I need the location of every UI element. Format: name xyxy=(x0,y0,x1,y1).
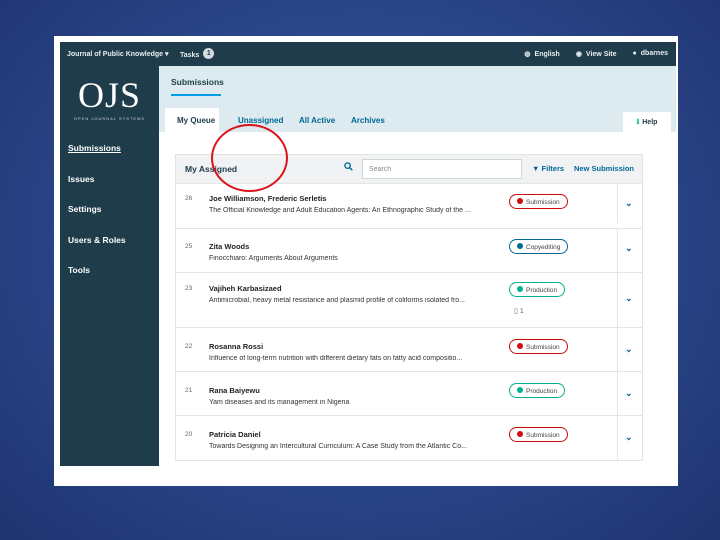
chevron-down-icon[interactable]: ⌄ xyxy=(625,198,633,209)
row-divider xyxy=(617,416,618,460)
page-title: Submissions xyxy=(171,77,224,87)
stage-status-icon xyxy=(517,431,523,437)
submission-id: 25 xyxy=(185,243,193,250)
sidebar: OJS OPEN JOURNAL SYSTEMS Submissions Iss… xyxy=(60,66,159,466)
tasks-button[interactable]: Tasks 1 xyxy=(180,48,215,61)
stage-status-icon xyxy=(517,343,523,349)
journal-switcher[interactable]: Journal of Public Knowledge ▾ xyxy=(67,50,169,58)
chevron-down-icon[interactable]: ⌄ xyxy=(625,293,633,304)
row-divider xyxy=(617,372,618,416)
top-bar: Journal of Public Knowledge ▾ Tasks 1 ◍ En… xyxy=(60,42,676,66)
submission-title[interactable]: Yam diseases and its management in Niger… xyxy=(209,399,497,406)
submission-title[interactable]: Antimicrobial, heavy metal resistance an… xyxy=(209,297,497,304)
submission-row[interactable]: 25 Zita Woods Finocchiaro: Arguments Abo… xyxy=(176,228,642,273)
submission-title[interactable]: Towards Designing an Intercultural Curri… xyxy=(209,443,497,450)
chevron-down-icon[interactable]: ⌄ xyxy=(625,344,633,355)
tab-all-active[interactable]: All Active xyxy=(299,116,335,125)
filter-icon: ▼ xyxy=(532,164,540,173)
stage-badge: Submission xyxy=(509,427,568,442)
submission-authors[interactable]: Zita Woods xyxy=(209,242,249,251)
sidebar-item-issues[interactable]: Issues xyxy=(68,174,126,205)
submission-authors[interactable]: Vajiheh Karbasizaed xyxy=(209,284,282,293)
submission-row[interactable]: 23 Vajiheh Karbasizaed Antimicrobial, he… xyxy=(176,272,642,328)
stage-badge: Production xyxy=(509,383,566,398)
submission-id: 22 xyxy=(185,343,193,350)
stage-status-icon xyxy=(517,387,523,393)
stage-status-icon xyxy=(517,198,523,204)
submission-authors[interactable]: Rana Baiyewu xyxy=(209,386,260,395)
submission-id: 20 xyxy=(185,431,193,438)
annotation-circle xyxy=(211,124,288,192)
user-icon: ● xyxy=(632,50,637,57)
browser-screenshot-frame: Journal of Public Knowledge ▾ Tasks 1 ◍ En… xyxy=(54,36,678,486)
tasks-count-badge: 1 xyxy=(203,48,215,59)
stage-status-icon xyxy=(517,286,523,292)
search-icon[interactable] xyxy=(344,162,353,173)
file-icon: ▯ xyxy=(514,308,518,315)
search-input[interactable] xyxy=(362,159,522,179)
submission-row[interactable]: 22 Rosanna Rossi Influence of long-term … xyxy=(176,327,642,372)
submissions-list-panel: My Assigned ▼ Filters New Submission 26 … xyxy=(175,154,643,461)
tab-my-queue[interactable]: My Queue xyxy=(165,108,219,132)
title-underline xyxy=(171,94,221,96)
row-divider xyxy=(617,229,618,273)
eye-icon: ◉ xyxy=(575,51,582,58)
submission-title[interactable]: Influence of long-term nutrition with di… xyxy=(209,355,497,362)
submission-id: 26 xyxy=(185,195,193,202)
globe-icon: ◍ xyxy=(524,51,531,58)
chevron-down-icon[interactable]: ⌄ xyxy=(625,388,633,399)
sidebar-item-users-roles[interactable]: Users & Roles xyxy=(68,235,126,266)
submission-title[interactable]: The Official Knowledge and Adult Educati… xyxy=(209,207,497,214)
ojs-logo[interactable]: OJS OPEN JOURNAL SYSTEMS xyxy=(60,76,159,121)
tab-archives[interactable]: Archives xyxy=(351,116,385,125)
submission-authors[interactable]: Patricia Daniel xyxy=(209,430,261,439)
sidebar-item-settings[interactable]: Settings xyxy=(68,204,126,235)
sidebar-item-submissions[interactable]: Submissions xyxy=(68,143,126,174)
row-divider xyxy=(617,273,618,328)
sidebar-item-tools[interactable]: Tools xyxy=(68,265,126,296)
help-button[interactable]: ℹ Help xyxy=(623,112,671,132)
stage-badge: Copyediting xyxy=(509,239,569,254)
stage-status-icon xyxy=(517,243,523,249)
chevron-down-icon[interactable]: ⌄ xyxy=(625,243,633,254)
user-menu[interactable]: ● dbarnes xyxy=(633,50,668,58)
page-header: Submissions My Queue Unassigned All Acti… xyxy=(159,66,676,132)
view-site-link[interactable]: ◉ View Site xyxy=(576,50,617,58)
submission-id: 23 xyxy=(185,285,193,292)
submission-authors[interactable]: Rosanna Rossi xyxy=(209,342,263,351)
submission-title[interactable]: Finocchiaro: Arguments About Arguments xyxy=(209,255,497,262)
files-count: ▯ 1 xyxy=(514,308,524,315)
language-menu[interactable]: ◍ English xyxy=(524,50,559,58)
stage-badge: Submission xyxy=(509,194,568,209)
caret-down-icon: ▾ xyxy=(165,51,169,58)
row-divider xyxy=(617,184,618,223)
filters-button[interactable]: ▼ Filters xyxy=(532,164,564,173)
submission-authors[interactable]: Joe Williamson, Frederic Serletis xyxy=(209,194,326,203)
submission-row[interactable]: 20 Patricia Daniel Towards Designing an … xyxy=(176,415,642,460)
stage-badge: Production xyxy=(509,282,566,297)
stage-badge: Submission xyxy=(509,339,568,354)
new-submission-button[interactable]: New Submission xyxy=(574,164,634,173)
sidebar-nav: Submissions Issues Settings Users & Role… xyxy=(68,143,126,296)
chevron-down-icon[interactable]: ⌄ xyxy=(625,432,633,443)
info-icon: ℹ xyxy=(636,119,640,126)
submission-id: 21 xyxy=(185,387,193,394)
row-divider xyxy=(617,328,618,372)
submission-row[interactable]: 21 Rana Baiyewu Yam diseases and its man… xyxy=(176,371,642,416)
